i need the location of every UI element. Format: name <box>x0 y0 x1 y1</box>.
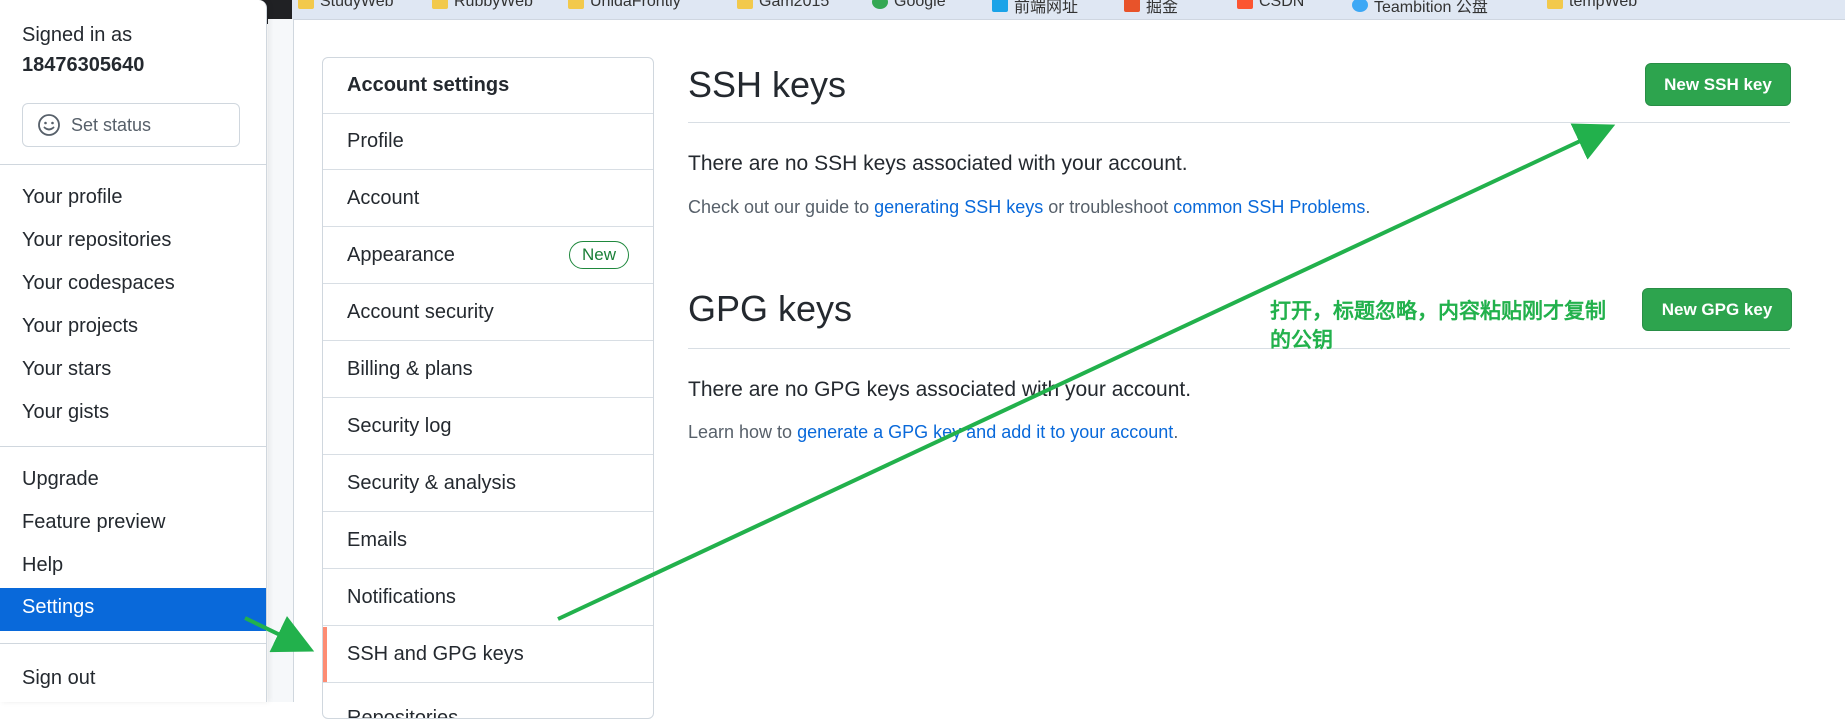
annotation-arrows <box>244 123 1616 653</box>
arrow-to-ssh-gpg-keys <box>244 616 315 653</box>
arrow-to-new-ssh-key <box>557 123 1616 621</box>
